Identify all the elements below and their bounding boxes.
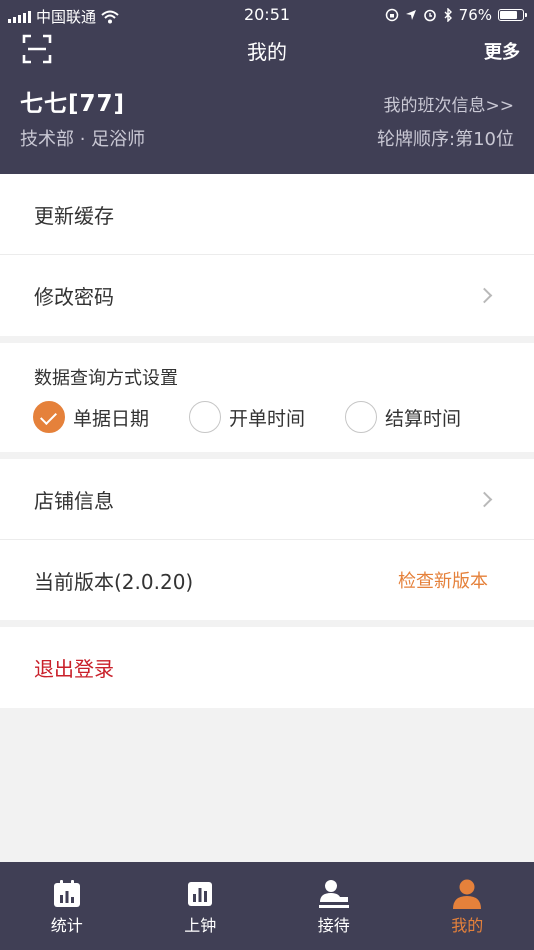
store-info-label: 店铺信息 [34, 488, 114, 513]
location-icon [405, 10, 416, 20]
check-update-button[interactable]: 检查新版本 [398, 567, 488, 593]
stats-icon [53, 880, 80, 907]
query-settings-card [0, 343, 534, 452]
queue-order: 轮牌顺序:第10位 [377, 129, 514, 150]
change-password-row[interactable]: 修改密码 [0, 255, 534, 336]
chevron-right-icon [476, 491, 493, 507]
change-password-label: 修改密码 [34, 285, 114, 309]
logout-label: 退出登录 [34, 657, 114, 681]
battery-percent: 76% [458, 6, 492, 24]
user-name: 七七[77] [20, 91, 126, 117]
chevron-right-icon [476, 287, 493, 304]
radio-button[interactable] [33, 401, 65, 433]
reception-icon [318, 880, 349, 908]
page-title: 我的 [247, 40, 287, 64]
user-department: 技术部 · 足浴师 [20, 129, 146, 150]
radio-button[interactable] [345, 401, 377, 433]
person-icon [453, 879, 482, 909]
tab-reception[interactable]: 接待 [267, 862, 401, 950]
header: 中国联通 20:51 76% 我的 更多 七七[77] 技术部 · 足浴师 我的… [0, 0, 534, 174]
radio-button[interactable] [189, 401, 221, 433]
refresh-cache-row[interactable]: 更新缓存 [0, 174, 534, 254]
battery-icon [498, 9, 527, 21]
version-row: 当前版本(2.0.20) 检查新版本 [0, 540, 534, 620]
shift-info-link[interactable]: 我的班次信息>> [384, 91, 515, 116]
tab-mine[interactable]: 我的 [401, 862, 534, 950]
tab-label: 接待 [317, 916, 350, 935]
tab-label: 我的 [451, 916, 484, 935]
bluetooth-icon [444, 8, 452, 22]
tab-label: 上钟 [184, 916, 217, 935]
radio-option-open-time[interactable]: 开单时间 [189, 401, 305, 433]
radio-label: 单据日期 [73, 407, 150, 430]
radio-option-document-date[interactable]: 单据日期 [33, 401, 149, 433]
bar-chart-icon [188, 882, 213, 906]
tab-clock-in[interactable]: 上钟 [134, 862, 268, 950]
status-bar: 中国联通 20:51 76% [0, 0, 534, 30]
radio-label: 结算时间 [385, 407, 462, 430]
current-version-label: 当前版本(2.0.20) [34, 569, 194, 594]
tab-bar: 统计 上钟 接待 我的 [0, 862, 534, 950]
rotation-lock-icon [385, 8, 398, 22]
refresh-cache-label: 更新缓存 [34, 203, 114, 228]
radio-option-settle-time[interactable]: 结算时间 [345, 401, 461, 433]
query-settings-title: 数据查询方式设置 [34, 368, 178, 389]
tab-stats[interactable]: 统计 [0, 862, 134, 950]
radio-label: 开单时间 [229, 407, 306, 430]
more-button[interactable]: 更多 [484, 38, 520, 64]
logout-button[interactable]: 退出登录 [0, 627, 534, 708]
tab-label: 统计 [50, 916, 83, 935]
store-info-row[interactable]: 店铺信息 [0, 459, 534, 539]
alarm-icon [423, 9, 436, 22]
